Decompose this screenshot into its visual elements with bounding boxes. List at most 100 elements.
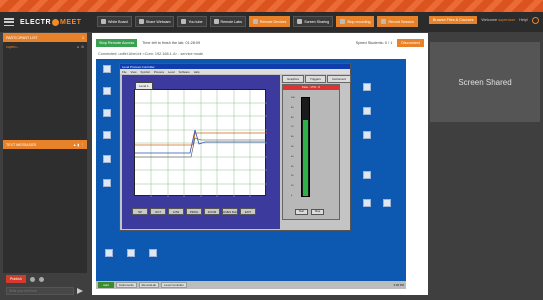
tool-label: Share Webcam — [145, 19, 171, 24]
window-menu-item[interactable]: Process — [154, 70, 164, 74]
participant-row[interactable]: superu... ● ⚙ — [3, 42, 87, 51]
plot-tab[interactable]: Level 1 — [135, 82, 153, 90]
plot-control-button[interactable]: ZOOM — [204, 208, 220, 215]
gauge-tick-label: 90 — [291, 106, 294, 109]
left-sidebar: PARTICIPANT LIST 1 superu... ● ⚙ TEXT MES… — [3, 33, 87, 295]
gauge-tick-label: 20 — [291, 175, 294, 178]
power-icon[interactable] — [532, 16, 539, 24]
youtube-button[interactable]: You tube — [177, 16, 207, 27]
hamburger-menu-icon[interactable] — [4, 18, 14, 26]
desktop-icon[interactable] — [378, 199, 396, 208]
main-area: Stop Remote Access Time left to finish t… — [92, 33, 428, 295]
window-menu-item[interactable]: Level — [168, 70, 175, 74]
record-icon — [340, 19, 346, 24]
desktop-icon[interactable] — [98, 65, 116, 74]
publish-button[interactable]: Publish — [6, 275, 26, 283]
taskbar-item[interactable]: Instruments — [116, 282, 137, 288]
record-button[interactable]: Stop recording — [336, 16, 375, 27]
window-menu-item[interactable]: File — [122, 70, 127, 74]
whiteboard-button[interactable]: White Board — [97, 16, 132, 27]
desktop-icon[interactable] — [358, 131, 376, 140]
desktop-icon[interactable] — [98, 131, 116, 140]
screen-share-icon — [297, 19, 303, 24]
send-icon[interactable] — [77, 288, 83, 294]
remote-labs-button[interactable]: Remote Labs — [209, 16, 246, 27]
gauge-fill — [303, 119, 308, 196]
start-button[interactable]: start — [98, 282, 114, 288]
plot-control-button[interactable]: LOW — [168, 208, 184, 215]
whiteboard-icon — [101, 19, 106, 24]
remote-desktop[interactable]: Level Process Controller File View Symbol P… — [96, 59, 406, 289]
window-menu-item[interactable]: Help — [194, 70, 200, 74]
attach-icon[interactable] — [29, 276, 35, 282]
participants-header: PARTICIPANT LIST 1 — [3, 33, 87, 42]
plot-control-button[interactable]: PROG — [186, 208, 202, 215]
top-bar: ELECTR MEET White Board Share Webcam You tu… — [0, 12, 543, 32]
desktop-icon[interactable] — [358, 171, 376, 180]
youtube-icon — [181, 19, 187, 24]
stop-remote-access-button[interactable]: Stop Remote Access — [96, 38, 138, 47]
instrument-tab[interactable]: Instrument — [326, 75, 352, 83]
desktop-icon[interactable] — [100, 249, 118, 258]
screen-share-button[interactable]: Screen Sharing — [293, 16, 334, 27]
gauge-tick-label: 80 — [291, 116, 294, 119]
desktop-icon[interactable] — [144, 249, 162, 258]
simulator-window[interactable]: Level Process Controller File View Symbol P… — [119, 63, 352, 231]
webcam-button[interactable]: Share Webcam — [134, 16, 175, 27]
remote-labs-icon — [213, 19, 219, 24]
window-menu-item[interactable]: View — [131, 70, 137, 74]
remote-devices-icon — [252, 19, 258, 24]
tool-label: Stop recording — [347, 19, 371, 24]
desktop-icon[interactable] — [358, 107, 376, 116]
taskbar-item[interactable]: RemoteLab — [138, 282, 160, 288]
window-menu-item[interactable]: Symbol — [141, 70, 150, 74]
desktop-icon[interactable] — [98, 87, 116, 96]
plot-control-button[interactable]: SP — [132, 208, 148, 215]
desktop-icon[interactable] — [98, 155, 116, 164]
instrument-tab[interactable]: Graphics — [282, 75, 305, 83]
message-input[interactable] — [6, 287, 74, 295]
webcam-icon — [138, 19, 144, 24]
eye-icon[interactable]: ● — [77, 45, 79, 49]
instrument-tab[interactable]: Triggers — [305, 75, 326, 83]
plot-control-button[interactable]: OUT — [150, 208, 166, 215]
chat-tools-icon[interactable]: ▲ ▮ ⋮ — [73, 143, 84, 147]
browse-files-button[interactable]: Browse Files & Courses — [428, 16, 478, 24]
record-session-button[interactable]: Record Session — [377, 16, 418, 27]
plot-svg — [135, 90, 267, 197]
taskbar-clock: 3:38 PM — [393, 283, 404, 287]
window-menu-item[interactable]: Software — [179, 70, 190, 74]
record-session-icon — [381, 19, 387, 24]
gauge-tick-label: 40 — [291, 155, 294, 158]
desktop-icon[interactable] — [98, 179, 116, 188]
gauge-tick-label: 100 — [291, 97, 295, 99]
plot-controls: SP OUT LOW PROG ZOOM LINES Run EXIT — [132, 208, 256, 215]
desktop-icon[interactable] — [358, 199, 376, 208]
desktop-icon[interactable] — [98, 109, 116, 118]
plot-control-button[interactable]: LINES Run — [222, 208, 238, 215]
gauge-scale: 100 90 80 70 60 50 40 30 20 10 0 — [291, 97, 299, 197]
level-gauge-panel: Flow : 17% - 0 100 90 80 70 60 50 40 30 20 10 0 St… — [282, 84, 340, 220]
remote-devices-button[interactable]: Remote Devices — [248, 16, 291, 27]
tool-label: You tube — [188, 19, 203, 24]
screen-shared-panel: Screen Shared — [430, 42, 540, 122]
level-gauge — [301, 97, 310, 197]
emoji-icon[interactable] — [38, 276, 44, 282]
disconnect-button[interactable]: Disconnect — [397, 38, 424, 47]
instrument-tabs: Graphics Triggers Instrument — [282, 75, 352, 83]
taskbar-item[interactable]: Level Controller — [161, 282, 187, 288]
start-button[interactable]: Start — [295, 209, 308, 215]
plot-control-button[interactable]: EXIT — [240, 208, 256, 215]
desktop-icon[interactable] — [122, 249, 140, 258]
tool-label: Remote Devices — [259, 19, 287, 24]
desktop-icon[interactable] — [358, 83, 376, 92]
app-logo: ELECTR MEET — [20, 18, 82, 26]
help-link[interactable]: Help! — [519, 18, 528, 22]
stop-button[interactable]: Stop — [311, 209, 324, 215]
gauge-tick-label: 50 — [291, 145, 294, 148]
gauge-tick-label: 70 — [291, 126, 294, 129]
toolbar: White Board Share Webcam You tube Remote La… — [97, 16, 418, 27]
gauge-tick-label: 30 — [291, 165, 294, 168]
welcome-text: Welcome superuser — [481, 18, 516, 22]
settings-icon[interactable]: ⚙ — [81, 45, 84, 49]
